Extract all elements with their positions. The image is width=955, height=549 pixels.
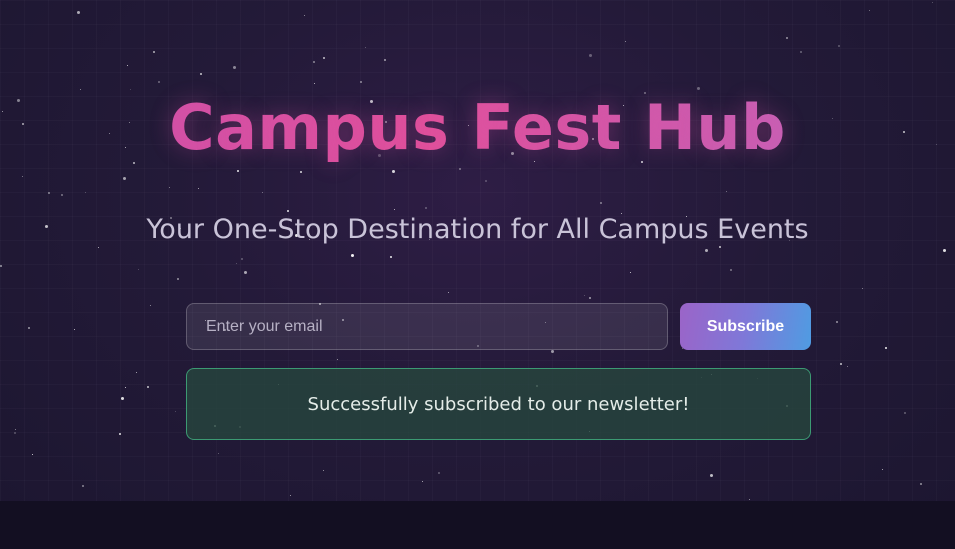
success-message-text: Successfully subscribed to our newslette… [307, 393, 690, 415]
success-message-box: Successfully subscribed to our newslette… [186, 368, 811, 440]
hero-section: Campus Fest Hub Your One-Stop Destinatio… [0, 0, 955, 501]
page-title: Campus Fest Hub [0, 88, 955, 168]
footer-band [0, 501, 955, 549]
email-input[interactable] [186, 303, 668, 350]
page-subtitle: Your One-Stop Destination for All Campus… [146, 214, 809, 245]
subscribe-button[interactable]: Subscribe [680, 303, 811, 350]
